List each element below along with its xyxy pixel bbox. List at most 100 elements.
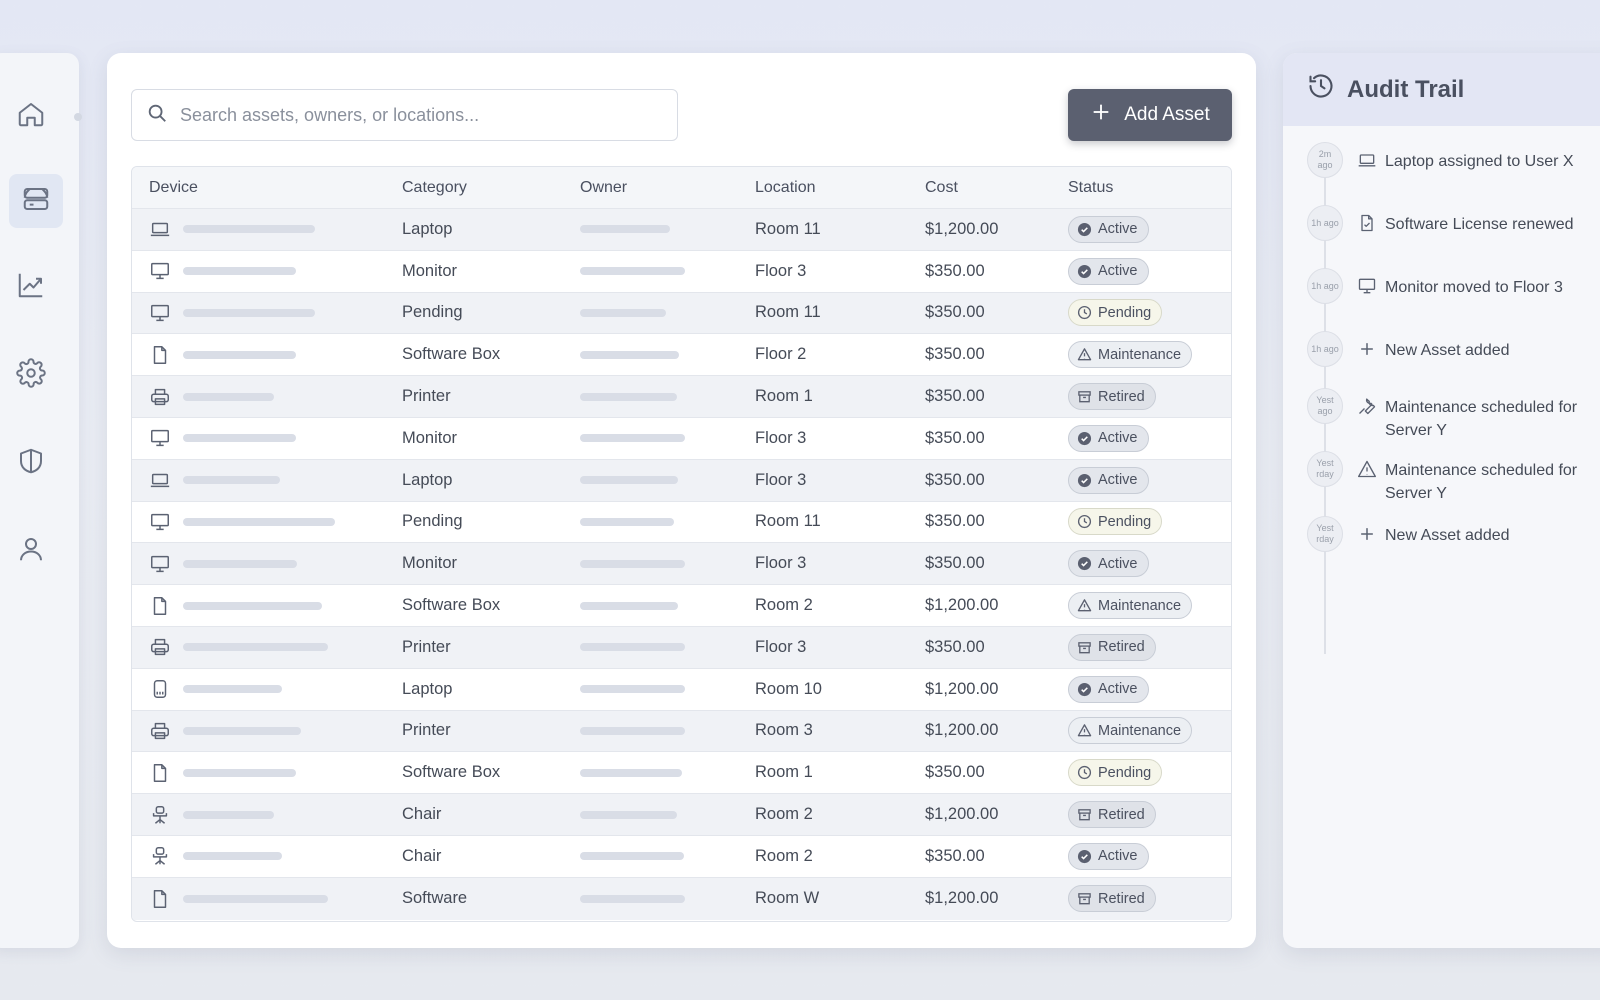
owner-cell bbox=[580, 852, 755, 861]
status-label: Active bbox=[1098, 555, 1138, 572]
table-body: Laptop Room 11 $1,200.00 Active Monitor Floor… bbox=[132, 209, 1231, 920]
add-asset-button[interactable]: Add Asset bbox=[1068, 89, 1232, 141]
status-pending-icon bbox=[1077, 305, 1092, 320]
location-cell: Floor 3 bbox=[755, 428, 807, 447]
table-row[interactable]: Monitor Floor 3 $350.00 Active bbox=[132, 543, 1231, 586]
status-badge: Maintenance bbox=[1068, 341, 1193, 369]
status-badge: Active bbox=[1068, 257, 1149, 285]
device-cell bbox=[132, 469, 402, 491]
status-cell: Pending bbox=[1068, 299, 1228, 327]
status-label: Pending bbox=[1098, 513, 1152, 530]
table-row[interactable]: Pending Room 11 $350.00 Pending bbox=[132, 292, 1231, 335]
table-row[interactable]: Software Box Floor 2 $350.00 Maintenance bbox=[132, 334, 1231, 377]
location-cell: Room 2 bbox=[755, 596, 813, 615]
table-row[interactable]: Monitor Floor 3 $350.00 Active bbox=[132, 417, 1231, 460]
table-row[interactable]: Chair Room 2 $1,200.00 Retired bbox=[132, 794, 1231, 836]
status-cell: Retired bbox=[1068, 885, 1228, 913]
table-row[interactable]: Laptop Room 11 $1,200.00 Active bbox=[132, 209, 1231, 251]
audit-panel: Audit Trail 2m ago Laptop assigned to Use… bbox=[1283, 53, 1600, 948]
status-cell: Pending bbox=[1068, 759, 1228, 787]
status-badge: Active bbox=[1068, 466, 1149, 494]
table-row[interactable]: Software Box Room 1 $350.00 Pending bbox=[132, 752, 1231, 795]
file-icon bbox=[149, 762, 171, 784]
table-row[interactable]: Laptop Room 10 $1,200.00 Active bbox=[132, 668, 1231, 711]
search-input[interactable] bbox=[180, 104, 660, 126]
location-cell: Room W bbox=[755, 889, 820, 908]
monitor-icon bbox=[149, 260, 171, 282]
history-icon bbox=[1307, 72, 1335, 107]
cost-cell: $350.00 bbox=[925, 261, 985, 280]
owner-cell bbox=[580, 267, 755, 276]
audit-list: 2m ago Laptop assigned to User X 1h ago Sof… bbox=[1283, 126, 1600, 654]
table-row[interactable]: Printer Room 1 $350.00 Retired bbox=[132, 376, 1231, 418]
search-box[interactable] bbox=[131, 89, 678, 141]
gear-icon bbox=[16, 357, 46, 393]
column-header-status[interactable]: Status bbox=[1068, 179, 1228, 197]
cost-cell: $350.00 bbox=[925, 512, 985, 531]
audit-item[interactable]: 1h ago New Asset added bbox=[1307, 331, 1600, 367]
status-cell: Maintenance bbox=[1068, 592, 1228, 620]
table-row[interactable]: Laptop Floor 3 $350.00 Active bbox=[132, 459, 1231, 502]
status-badge: Pending bbox=[1068, 299, 1163, 327]
device-cell bbox=[132, 553, 402, 575]
audit-item[interactable]: Yest ago Maintenance scheduled for Server… bbox=[1307, 388, 1600, 442]
category-cell: Printer bbox=[402, 637, 451, 656]
device-name-redacted bbox=[183, 308, 315, 317]
table-row[interactable]: Printer Room 3 $1,200.00 Maintenance bbox=[132, 710, 1231, 753]
status-badge: Pending bbox=[1068, 759, 1163, 787]
audit-item[interactable]: Yest rday New Asset added bbox=[1307, 516, 1600, 552]
table-row[interactable]: Monitor Floor 3 $350.00 Active bbox=[132, 250, 1231, 293]
status-badge: Pending bbox=[1068, 508, 1163, 536]
status-active-icon bbox=[1077, 556, 1092, 571]
status-badge: Active bbox=[1068, 842, 1149, 870]
device-name-redacted bbox=[183, 768, 296, 777]
status-badge: Active bbox=[1068, 675, 1149, 703]
nav-analytics[interactable] bbox=[8, 264, 54, 310]
location-cell: Room 2 bbox=[755, 846, 813, 865]
status-cell: Pending bbox=[1068, 508, 1228, 536]
category-cell: Laptop bbox=[402, 219, 453, 238]
column-header-device[interactable]: Device bbox=[132, 179, 402, 197]
owner-name-redacted bbox=[580, 392, 677, 401]
status-cell: Active bbox=[1068, 424, 1228, 452]
column-header-owner[interactable]: Owner bbox=[580, 179, 755, 197]
nav-assets[interactable] bbox=[9, 174, 63, 228]
category-cell: Chair bbox=[402, 805, 442, 824]
audit-item[interactable]: 1h ago Monitor moved to Floor 3 bbox=[1307, 268, 1600, 304]
table-row[interactable]: Printer Floor 3 $350.00 Retired bbox=[132, 626, 1231, 669]
audit-item-text: Monitor moved to Floor 3 bbox=[1385, 279, 1563, 296]
audit-item[interactable]: Yest rday Maintenance scheduled for Serve… bbox=[1307, 451, 1600, 505]
cost-cell: $1,200.00 bbox=[925, 219, 999, 238]
owner-cell bbox=[580, 894, 755, 903]
column-header-location[interactable]: Location bbox=[755, 179, 925, 197]
nav-profile[interactable] bbox=[8, 528, 54, 574]
laptop-icon bbox=[1357, 150, 1377, 170]
audit-item-text: Laptop assigned to User X bbox=[1385, 153, 1574, 170]
printer-icon bbox=[149, 386, 171, 408]
device-cell bbox=[132, 302, 402, 324]
plus-icon bbox=[1357, 339, 1377, 359]
status-cell: Retired bbox=[1068, 633, 1228, 661]
column-header-category[interactable]: Category bbox=[402, 179, 580, 197]
nav-home[interactable] bbox=[8, 93, 54, 139]
asset-table: Device Category Owner Location Cost Stat… bbox=[131, 166, 1232, 922]
table-row[interactable]: Pending Room 11 $350.00 Pending bbox=[132, 501, 1231, 544]
timestamp-bubble: 1h ago bbox=[1307, 268, 1343, 304]
table-row[interactable]: Software Box Room 2 $1,200.00 Maintenance bbox=[132, 585, 1231, 627]
table-row[interactable]: Software Room W $1,200.00 Retired bbox=[132, 877, 1231, 920]
owner-cell bbox=[580, 476, 755, 485]
nav-security[interactable] bbox=[8, 440, 54, 486]
category-cell: Pending bbox=[402, 303, 463, 322]
location-cell: Room 11 bbox=[755, 512, 821, 531]
audit-item[interactable]: 1h ago Software License renewed bbox=[1307, 205, 1600, 241]
owner-cell bbox=[580, 601, 755, 610]
monitor-icon bbox=[149, 553, 171, 575]
table-header: Device Category Owner Location Cost Stat… bbox=[132, 167, 1231, 209]
status-retired-icon bbox=[1077, 891, 1092, 906]
audit-item[interactable]: 2m ago Laptop assigned to User X bbox=[1307, 142, 1600, 178]
cost-cell: $1,200.00 bbox=[925, 596, 999, 615]
column-header-cost[interactable]: Cost bbox=[925, 179, 1068, 197]
status-label: Retired bbox=[1098, 388, 1145, 405]
table-row[interactable]: Chair Room 2 $350.00 Active bbox=[132, 835, 1231, 878]
nav-settings[interactable] bbox=[8, 352, 54, 398]
